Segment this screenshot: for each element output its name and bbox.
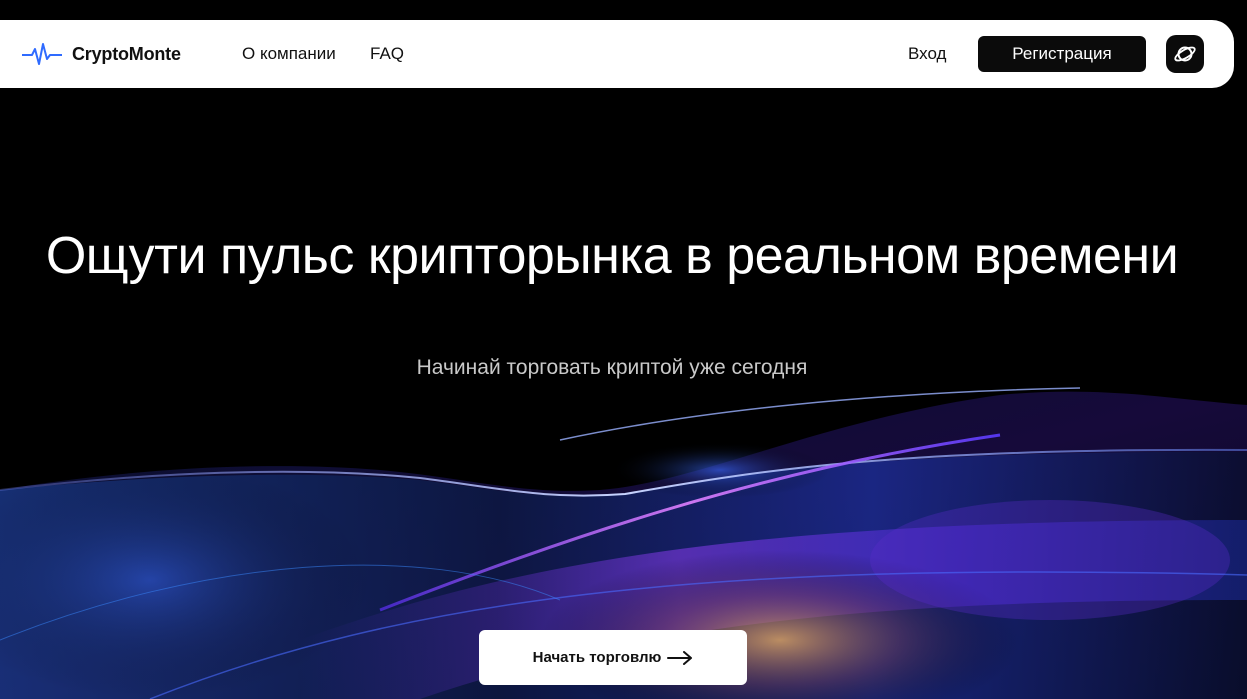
arrow-right-icon xyxy=(667,650,693,665)
planet-icon xyxy=(1174,46,1196,62)
page: CryptoMonte О компании FAQ Вход Регистра… xyxy=(0,0,1247,699)
brand-logo[interactable]: CryptoMonte xyxy=(22,40,181,68)
register-button[interactable]: Регистрация xyxy=(978,36,1146,72)
pulse-icon xyxy=(22,43,62,65)
hero-title: Ощути пульс крипторынка в реальном време… xyxy=(45,227,1179,285)
language-button[interactable] xyxy=(1166,35,1204,73)
top-navbar: CryptoMonte О компании FAQ Вход Регистра… xyxy=(0,20,1234,88)
nav-link-about[interactable]: О компании xyxy=(242,44,336,64)
start-trading-button[interactable]: Начать торговлю xyxy=(479,630,747,685)
nav-link-faq[interactable]: FAQ xyxy=(370,44,404,64)
start-trading-label: Начать торговлю xyxy=(532,649,662,666)
brand-name: CryptoMonte xyxy=(72,43,181,64)
login-link[interactable]: Вход xyxy=(908,44,946,64)
hero-subtitle: Начинай торговать криптой уже сегодня xyxy=(416,356,808,379)
hero-background-waves xyxy=(0,387,1247,699)
